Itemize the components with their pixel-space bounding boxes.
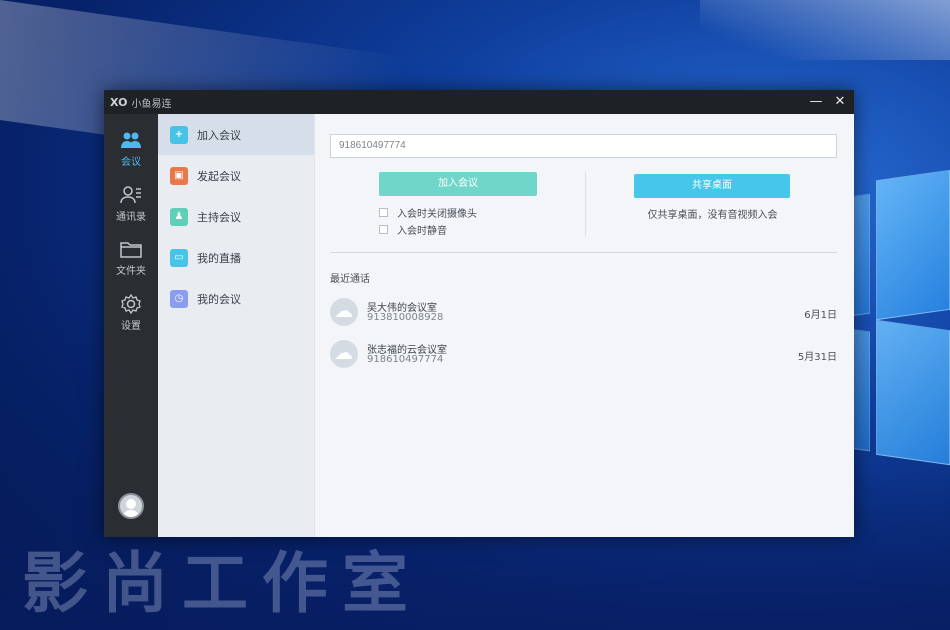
- plus-circle-icon: +: [170, 125, 188, 144]
- minimize-button[interactable]: —: [808, 94, 824, 110]
- rail-item-settings[interactable]: 设置: [104, 294, 158, 332]
- watermark-text: 影尚工作室: [22, 545, 422, 622]
- recent-calls-heading: 最近通话: [330, 274, 370, 285]
- recent-call-item[interactable]: 张志福的云会议室 918610497774 5月31日: [330, 338, 837, 372]
- rail-item-label: 会议: [121, 157, 141, 168]
- mute-option[interactable]: 入会时静音: [379, 222, 447, 237]
- app-window: XO 小鱼易连 — ✕ 会议 通讯录 文件夹 设置 + 加入会议 ▣ 发起会议 …: [104, 90, 854, 537]
- horizontal-divider: [330, 252, 837, 253]
- nav-rail: 会议 通讯录 文件夹 设置: [104, 114, 158, 537]
- rail-item-contacts[interactable]: 通讯录: [104, 185, 158, 223]
- submenu-item-label: 我的直播: [197, 251, 241, 265]
- vertical-divider: [585, 172, 586, 236]
- submenu-item-start[interactable]: ▣ 发起会议: [158, 155, 314, 196]
- rail-item-label: 文件夹: [116, 266, 146, 277]
- submenu-item-live[interactable]: ▭ 我的直播: [158, 237, 314, 278]
- close-button[interactable]: ✕: [832, 94, 848, 110]
- app-logo-icon: XO: [110, 95, 128, 109]
- recent-call-item[interactable]: 吴大伟的会议室 913810008928 6月1日: [330, 296, 837, 330]
- submenu-item-my-meetings[interactable]: ◷ 我的会议: [158, 278, 314, 319]
- rail-item-label: 设置: [121, 321, 141, 332]
- share-desktop-button[interactable]: 共享桌面: [634, 174, 790, 198]
- submenu-item-join[interactable]: + 加入会议: [158, 114, 314, 155]
- meeting-submenu: + 加入会议 ▣ 发起会议 ♟ 主持会议 ▭ 我的直播 ◷ 我的会议: [158, 114, 315, 537]
- join-meeting-panel: 918610497774 加入会议 入会时关闭摄像头 入会时静音 共享桌面 仅共…: [315, 114, 854, 537]
- start-meeting-icon: ▣: [170, 166, 188, 185]
- submenu-item-label: 发起会议: [197, 169, 241, 183]
- avatar[interactable]: [118, 493, 144, 519]
- desktop-light-beam: [700, 0, 950, 60]
- call-date: 5月31日: [797, 352, 837, 363]
- share-desktop-note: 仅共享桌面，没有音视频入会: [647, 210, 778, 221]
- mute-label: 入会时静音: [397, 226, 447, 237]
- app-title: 小鱼易连: [131, 98, 172, 110]
- host-icon: ♟: [170, 207, 188, 226]
- rail-item-meeting[interactable]: 会议: [104, 130, 158, 168]
- windows-logo: [850, 165, 950, 495]
- clock-icon: ◷: [170, 289, 188, 308]
- cloud-avatar-icon: [330, 298, 358, 326]
- camera-off-option[interactable]: 入会时关闭摄像头: [379, 205, 477, 220]
- rail-item-label: 通讯录: [116, 212, 146, 223]
- rail-item-folder[interactable]: 文件夹: [104, 239, 158, 277]
- cloud-avatar-icon: [330, 340, 358, 368]
- folder-icon: [120, 242, 142, 258]
- contacts-icon: [120, 186, 141, 204]
- submenu-item-host[interactable]: ♟ 主持会议: [158, 196, 314, 237]
- submenu-item-label: 主持会议: [197, 210, 241, 224]
- join-meeting-button[interactable]: 加入会议: [379, 172, 537, 196]
- meeting-number-input[interactable]: 918610497774: [330, 134, 837, 158]
- camera-off-checkbox[interactable]: [379, 208, 388, 217]
- people-icon: [121, 132, 141, 148]
- call-number: 918610497774: [367, 354, 444, 365]
- call-number: 913810008928: [367, 312, 444, 323]
- camera-off-label: 入会时关闭摄像头: [397, 209, 477, 220]
- submenu-item-label: 加入会议: [197, 128, 241, 142]
- live-icon: ▭: [170, 248, 188, 267]
- gear-icon: [121, 294, 141, 314]
- mute-checkbox[interactable]: [379, 225, 388, 234]
- call-date: 6月1日: [804, 310, 837, 321]
- title-bar: XO 小鱼易连 — ✕: [104, 90, 854, 114]
- submenu-item-label: 我的会议: [197, 292, 241, 306]
